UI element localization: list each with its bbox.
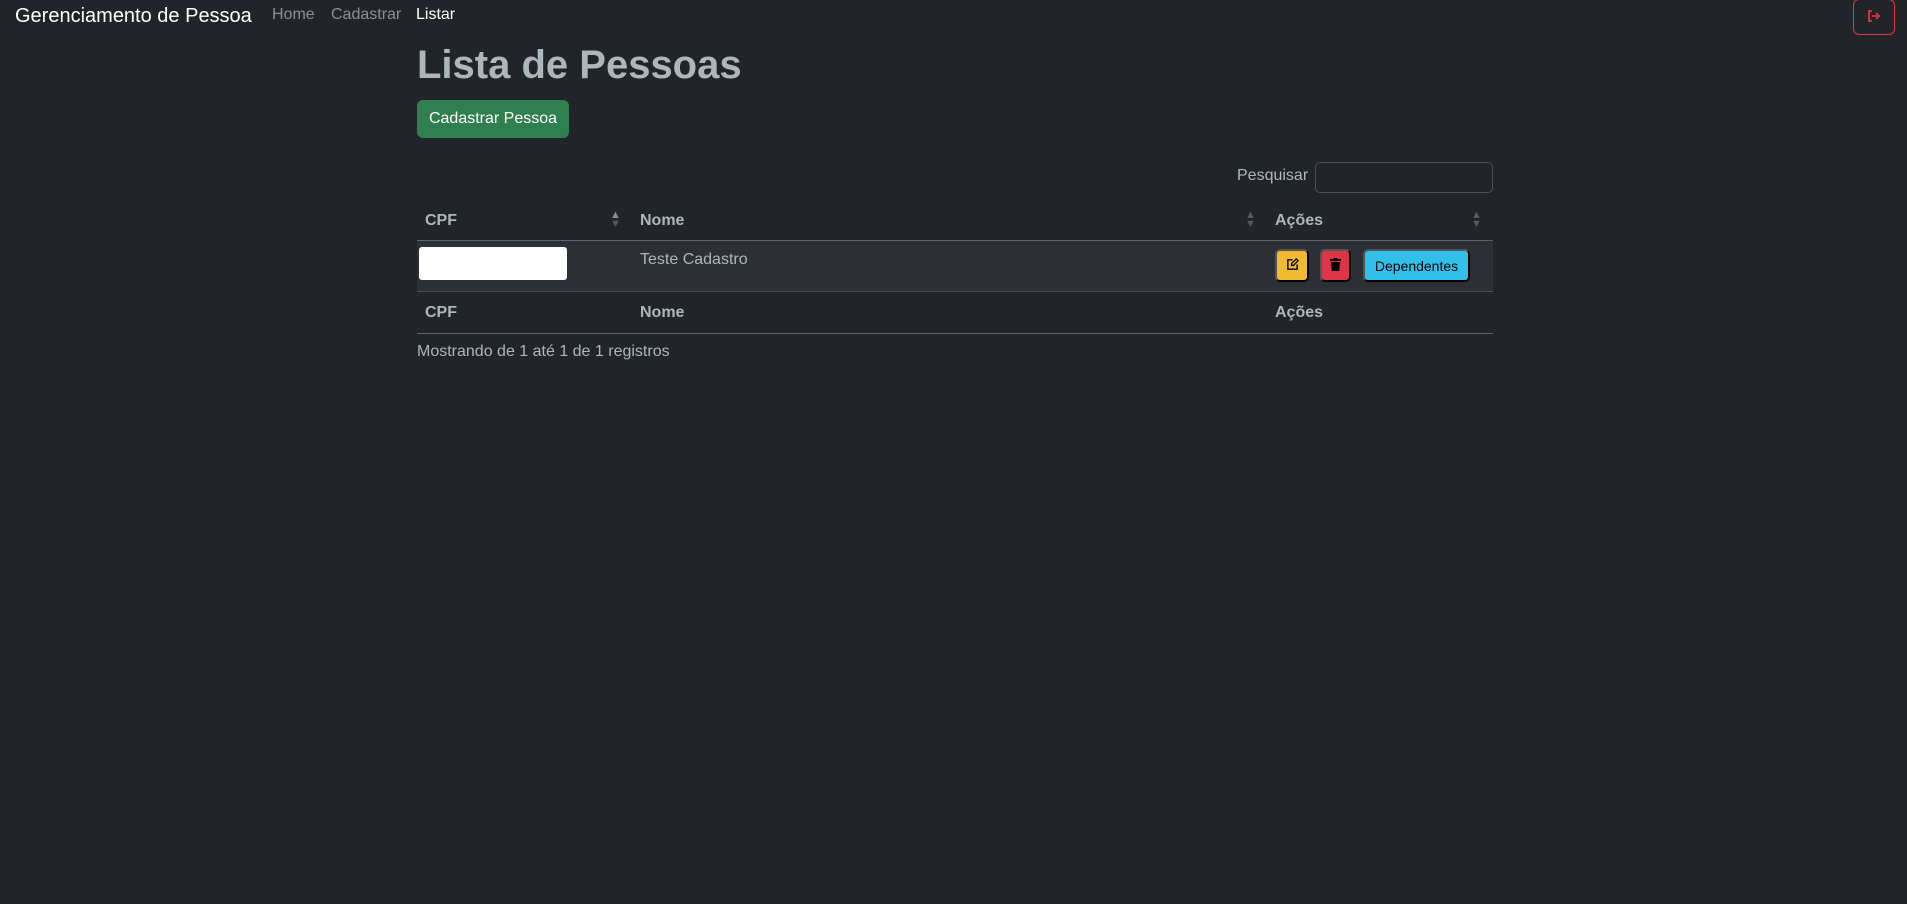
page-title: Lista de Pessoas (417, 43, 742, 87)
nav-link-home[interactable]: Home (272, 6, 315, 24)
delete-button[interactable] (1320, 249, 1351, 282)
sign-out-icon (1867, 9, 1881, 26)
edit-icon (1286, 257, 1299, 274)
table-row: Teste Cadastro Dependentes (417, 241, 1493, 292)
add-person-button[interactable]: Cadastrar Pessoa (417, 100, 569, 138)
search-label: Pesquisar (1237, 167, 1309, 184)
edit-button[interactable] (1275, 249, 1309, 282)
search-input[interactable] (1315, 162, 1493, 193)
navbar-brand[interactable]: Gerenciamento de Pessoa (15, 5, 252, 28)
footer-acoes: Ações (1275, 304, 1324, 321)
nav-link-listar[interactable]: Listar (416, 6, 455, 24)
navbar: Gerenciamento de Pessoa Home Cadastrar L… (0, 0, 1907, 35)
sort-both-icon[interactable]: ▲ ▼ (1245, 210, 1256, 230)
people-table: CPF ▲ ▼ Nome ▲ ▼ Ações ▲ ▼ Teste Cadastro (417, 202, 1493, 334)
header-cpf[interactable]: CPF (425, 212, 457, 230)
table-footer: CPF Nome Ações (417, 292, 1493, 334)
header-acoes[interactable]: Ações (1275, 212, 1323, 230)
nav-link-cadastrar[interactable]: Cadastrar (331, 6, 401, 24)
sort-both-icon[interactable]: ▲ ▼ (1471, 210, 1482, 230)
sort-asc-icon[interactable]: ▲ ▼ (610, 210, 621, 230)
footer-nome: Nome (640, 304, 685, 321)
trash-icon (1330, 257, 1341, 274)
header-nome[interactable]: Nome (640, 212, 684, 230)
logout-button[interactable] (1853, 0, 1895, 35)
dependentes-button[interactable]: Dependentes (1363, 249, 1470, 282)
name-cell: Teste Cadastro (640, 251, 748, 268)
table-header: CPF ▲ ▼ Nome ▲ ▼ Ações ▲ ▼ (417, 202, 1493, 241)
table-info: Mostrando de 1 até 1 de 1 registros (417, 343, 670, 360)
cpf-cell (419, 247, 567, 280)
footer-cpf: CPF (425, 304, 457, 321)
